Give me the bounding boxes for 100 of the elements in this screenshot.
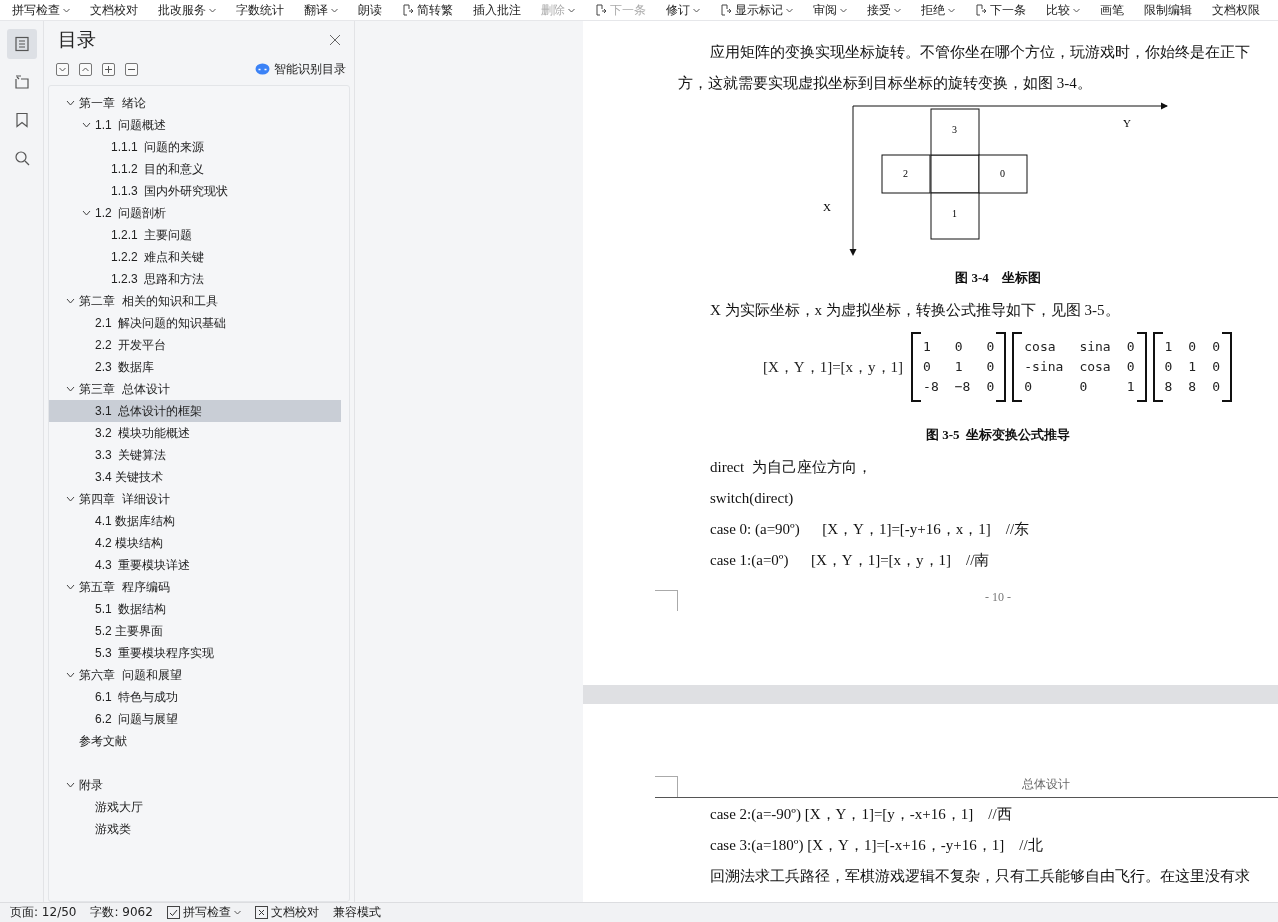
toc-item[interactable]: 1.2.2 难点和关键	[49, 246, 341, 268]
toolbar-button[interactable]: 简转繁	[402, 3, 453, 17]
grid-cell: 1	[930, 192, 980, 240]
formula-text: [X，Y，1]=[x，y，1]	[763, 357, 904, 377]
panel-title: 目录	[58, 28, 96, 52]
expand-button[interactable]	[79, 62, 92, 76]
toc-item[interactable]: 参考文献	[49, 730, 341, 752]
toc-item[interactable]: 1.2.3 思路和方法	[49, 268, 341, 290]
toc-item[interactable]: 5.3 重要模块程序实现	[49, 642, 341, 664]
cross-box-icon	[254, 906, 268, 919]
code-line: case 1:(a=0º) [X，Y，1]=[x，y，1] //南	[709, 551, 991, 570]
toolbar-button[interactable]: 拒绝	[921, 3, 955, 17]
toc-item[interactable]: 1.2 问题剖析	[49, 202, 341, 224]
toc-item[interactable]: 第四章 详细设计	[49, 488, 341, 510]
toolbar-button[interactable]: 文档校对	[90, 3, 138, 17]
toolbar-button[interactable]: 字数统计	[236, 3, 284, 17]
toolbar-button[interactable]: 显示标记	[720, 3, 793, 17]
code-line: case 3:(a=180º) [X，Y，1]=[-x+16，-y+16，1] //北	[709, 836, 1044, 855]
toolbar-button[interactable]: 下一条	[975, 3, 1026, 17]
toolbar-button[interactable]: 画笔	[1100, 3, 1124, 17]
rail-button[interactable]	[6, 29, 37, 59]
code-line: case 0: (a=90º) [X，Y，1]=[-y+16，x，1] //东	[709, 520, 1031, 539]
outline-icon	[13, 74, 30, 90]
grid-cell: 3	[930, 108, 980, 156]
toolbar-button[interactable]: 朗读	[358, 3, 382, 17]
grid-cell: 0	[978, 154, 1028, 194]
toc-item[interactable]: 1.1.2 目的和意义	[49, 158, 341, 180]
collapse-button[interactable]	[56, 62, 69, 76]
toc-item[interactable]: 第五章 程序编码	[49, 576, 341, 598]
toc-item[interactable]: 4.1 数据库结构	[49, 510, 341, 532]
add-button[interactable]	[102, 62, 115, 76]
toc-item[interactable]: 2.3 数据库	[49, 356, 341, 378]
figure-caption: 图 3-5 坐标变换公式推导	[924, 426, 1072, 444]
crop-mark	[655, 590, 678, 611]
matrix: 1 0 0 0 1 0 8 8 0	[1152, 332, 1232, 402]
toc-item[interactable]: 第六章 问题和展望	[49, 664, 341, 686]
toolbar-button[interactable]: 接受	[867, 3, 901, 17]
axis-label: X	[823, 201, 831, 213]
page-header: 总体设计	[655, 774, 1278, 798]
page-number: - 10 -	[984, 590, 1012, 605]
smart-toc-button[interactable]: 智能识别目录	[255, 60, 346, 78]
proofread-button[interactable]: 文档校对	[254, 904, 319, 921]
toc-item[interactable]: 5.2 主要界面	[49, 620, 341, 642]
chevron-icon	[81, 122, 91, 128]
code-line: direct 为自己座位方向，	[709, 458, 873, 477]
check-icon	[168, 908, 178, 917]
axis-label: Y	[1123, 117, 1131, 129]
toolbar-button[interactable]: 批改服务	[158, 3, 216, 17]
chevron-icon	[65, 298, 75, 304]
close-icon	[328, 33, 342, 47]
chevron-icon	[65, 672, 75, 678]
toc-item[interactable]: 6.1 特色与成功	[49, 686, 341, 708]
toc-item[interactable]: 3.2 模块功能概述	[49, 422, 341, 444]
toolbar-button[interactable]: 插入批注	[473, 3, 521, 17]
checkbox[interactable]	[166, 906, 180, 919]
toc-item[interactable]: 游戏类	[49, 818, 341, 840]
compat-mode: 兼容模式	[332, 904, 381, 921]
grid-cell: 2	[881, 154, 931, 194]
toc-item[interactable]: 4.3 重要模块详述	[49, 554, 341, 576]
code-line: switch(direct)	[709, 489, 795, 508]
toc-item[interactable]: 4.2 模块结构	[49, 532, 341, 554]
toolbar-button[interactable]: 翻译	[304, 3, 338, 17]
toolbar-button[interactable]: 修订	[666, 3, 700, 17]
chevron-icon	[65, 782, 75, 788]
toolbar-button[interactable]: 拼写检查	[12, 3, 70, 17]
toc-item[interactable]: 第一章 绪论	[49, 92, 341, 114]
toolbar-button[interactable]: 文档权限	[1212, 3, 1260, 17]
toc-item[interactable]: 1.1.1 问题的来源	[49, 136, 341, 158]
toc-item[interactable]: 3.1 总体设计的框架	[49, 400, 341, 422]
toc-item[interactable]: 第三章 总体设计	[49, 378, 341, 400]
word-count: 字数: 9062	[90, 904, 153, 921]
cloud-icon	[255, 63, 270, 75]
toc-item[interactable]: 6.2 问题与展望	[49, 708, 341, 730]
toolbar-button[interactable]: 限制编辑	[1144, 3, 1192, 17]
close-button[interactable]	[328, 33, 342, 47]
spell-check-button[interactable]: 拼写检查	[166, 904, 241, 921]
toc-item[interactable]: 2.2 开发平台	[49, 334, 341, 356]
plus-icon	[105, 65, 112, 73]
toc-item[interactable]: 3.3 关键算法	[49, 444, 341, 466]
toolbar-button[interactable]: 比较	[1046, 3, 1080, 17]
chevron-icon	[65, 386, 75, 392]
toc-item[interactable]: 附录	[49, 774, 341, 796]
toc-item[interactable]: 2.1 解决问题的知识基础	[49, 312, 341, 334]
code-line: case 2:(a=-90º) [X，Y，1]=[y，-x+16，1] //西	[709, 805, 1013, 824]
chevron-icon	[81, 210, 91, 216]
chevron-icon	[65, 100, 75, 106]
matrix: cosa sina 0 -sina cosa 0 0 0 1	[1012, 332, 1147, 402]
toc-item[interactable]: 第二章 相关的知识和工具	[49, 290, 341, 312]
toc-item[interactable]: 1.2.1 主要问题	[49, 224, 341, 246]
chevron-down-icon	[59, 66, 66, 72]
toc-item[interactable]: 5.1 数据结构	[49, 598, 341, 620]
toc-item[interactable]: 游戏大厅	[49, 796, 341, 818]
toolbar-button[interactable]: 审阅	[813, 3, 847, 17]
matrix: 1 0 0 0 1 0 -8 −8 0	[911, 332, 1007, 402]
remove-button[interactable]	[125, 62, 138, 76]
toc-item[interactable]: 1.1 问题概述	[49, 114, 341, 136]
search-icon	[13, 150, 30, 166]
toc-item[interactable]: 3.4 关键技术	[49, 466, 341, 488]
chevron-icon	[65, 584, 75, 590]
toc-item[interactable]: 1.1.3 国内外研究现状	[49, 180, 341, 202]
